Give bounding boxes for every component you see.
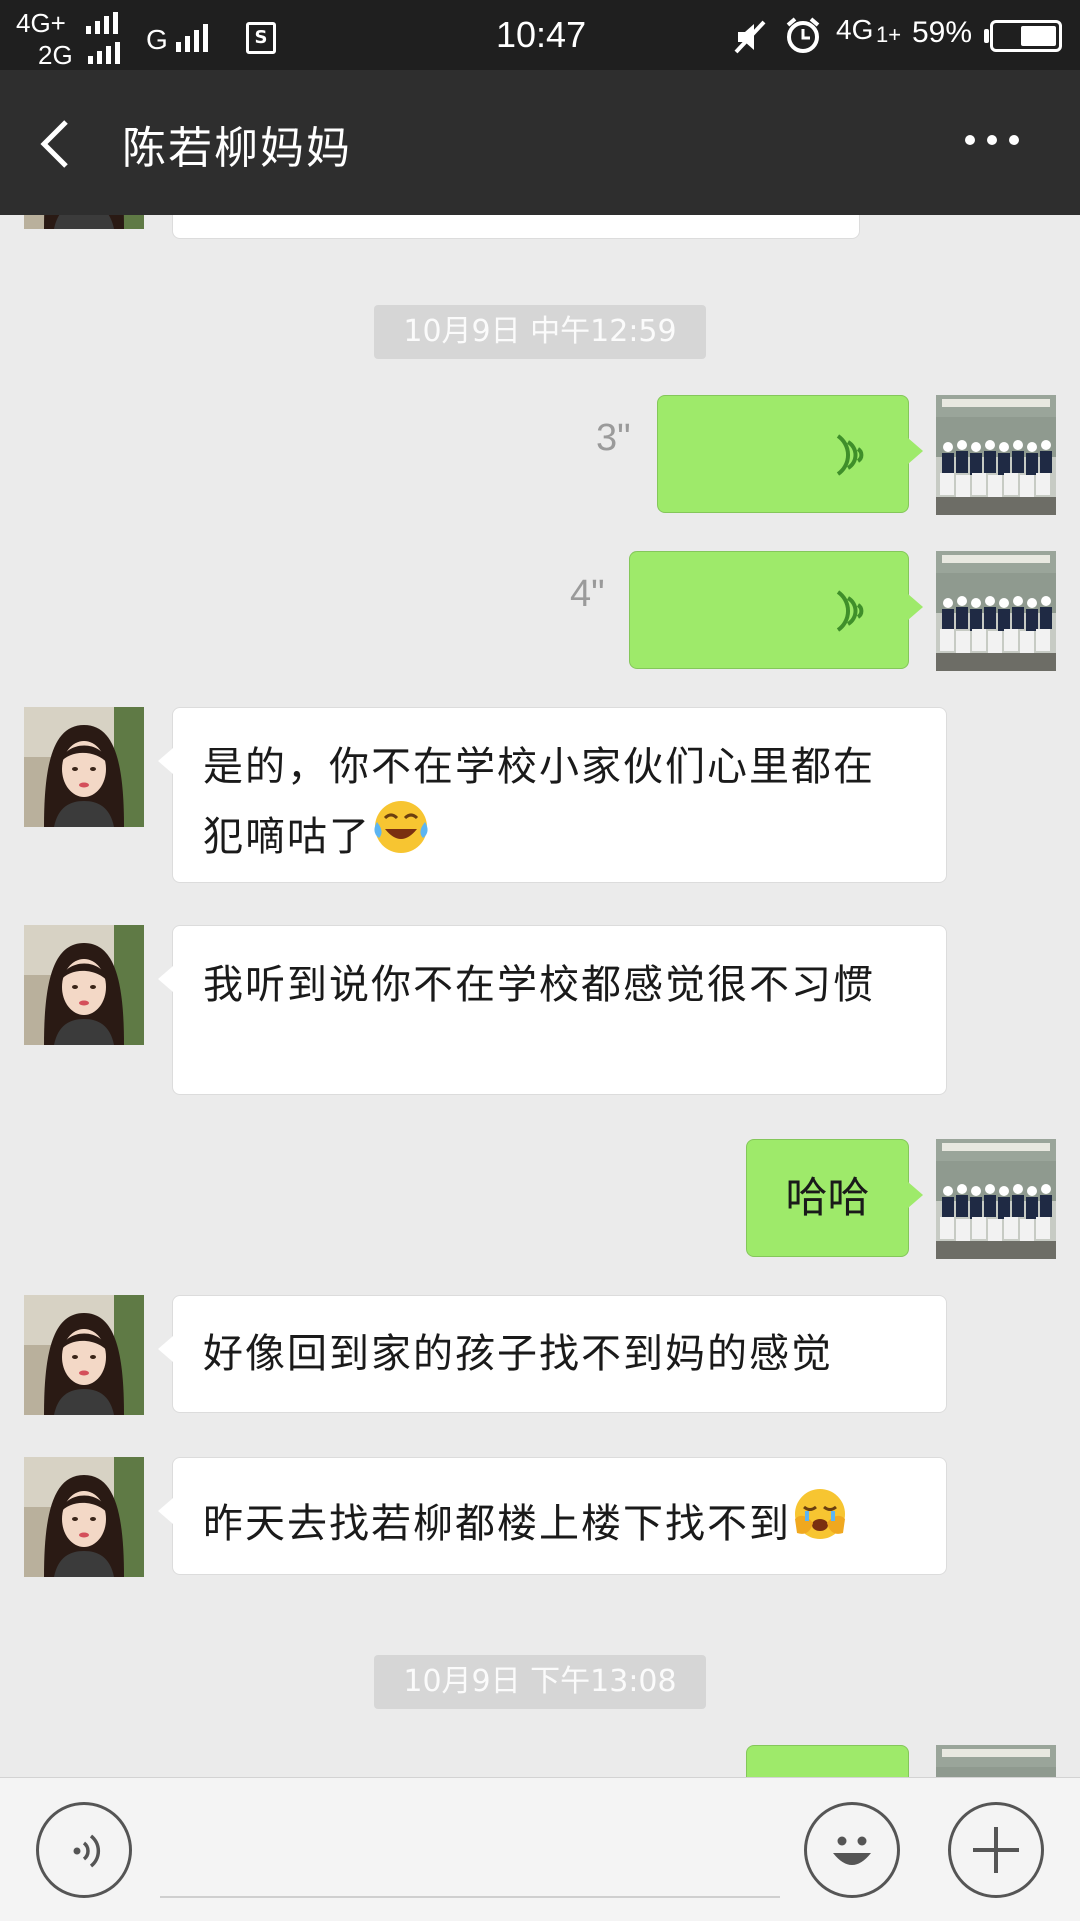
battery-icon	[990, 20, 1062, 52]
timestamp-chip: 10月9日 下午13:08	[374, 1655, 706, 1709]
message-text: 我听到说你不在学校都感觉很不习惯	[203, 962, 875, 1008]
emoji-button[interactable]	[804, 1802, 900, 1898]
voice-wave-icon	[836, 434, 864, 476]
network-type-primary: 4G+	[16, 8, 66, 38]
crying-emoji	[795, 1489, 845, 1539]
my-avatar[interactable]	[936, 1745, 1056, 1777]
message-list[interactable]: 10月9日 中午12:59 3" 4" 是的，你不在学校小家伙们心里都在犯嘀咕了	[0, 215, 1080, 1777]
plus-icon	[973, 1827, 1019, 1873]
voice-message-bubble[interactable]	[657, 395, 923, 513]
network-type-tertiary: G	[146, 24, 168, 55]
more-functions-button[interactable]	[948, 1802, 1044, 1898]
battery-nub	[984, 29, 989, 43]
message-bubble[interactable]: 我听到说你不在学校都感觉很不习惯	[158, 925, 947, 1095]
signal-strength-icon	[88, 42, 120, 64]
more-dots-icon[interactable]	[962, 132, 1022, 148]
voice-message-bubble[interactable]	[629, 551, 923, 669]
network-type-right-sub: 1+	[876, 22, 902, 47]
my-avatar[interactable]	[936, 1139, 1056, 1259]
status-bar: 4G+ 2G G S 10:47 4G 1+ 59%	[0, 0, 1080, 70]
contact-avatar[interactable]	[24, 1295, 144, 1415]
contact-avatar[interactable]	[24, 707, 144, 827]
voice-wave-icon	[836, 590, 864, 632]
network-type-secondary: 2G	[38, 40, 73, 70]
contact-avatar[interactable]	[24, 925, 144, 1045]
message-bubble[interactable]: 哈哈	[746, 1139, 923, 1257]
timestamp-chip: 10月9日 中午12:59	[374, 305, 706, 359]
voice-duration: 3"	[596, 417, 631, 459]
message-text: 昨天去找若柳都楼上楼下找不到	[203, 1501, 791, 1547]
sim-card-icon: S	[246, 22, 276, 54]
voice-input-icon	[73, 1834, 101, 1868]
battery-fill	[1021, 26, 1056, 46]
clock: 10:47	[496, 14, 587, 55]
battery-percent: 59%	[912, 16, 973, 49]
chat-header: 陈若柳妈妈	[0, 70, 1080, 215]
message-input[interactable]	[160, 1896, 780, 1898]
network-type-right: 4G	[836, 14, 874, 45]
message-bubble-partial	[172, 215, 860, 239]
signal-strength-icon	[86, 12, 118, 34]
alarm-clock-icon	[786, 17, 820, 53]
tears-of-joy-emoji	[374, 801, 428, 853]
contact-avatar[interactable]	[24, 215, 144, 229]
smiley-icon	[833, 1836, 871, 1865]
voice-duration: 4"	[570, 573, 605, 615]
chat-title: 陈若柳妈妈	[122, 123, 352, 174]
my-avatar[interactable]	[936, 395, 1056, 515]
signal-strength-icon	[176, 24, 208, 52]
voice-input-button[interactable]	[36, 1802, 132, 1898]
message-text: 哈哈	[785, 1173, 870, 1222]
input-bar	[0, 1777, 1080, 1921]
message-bubble[interactable]: 是的，你不在学校小家伙们心里都在犯嘀咕了	[158, 707, 947, 883]
message-text: 是的，你不在学校小家伙们心里都在犯嘀咕了	[203, 744, 875, 860]
message-bubble[interactable]: 好像回到家的孩子找不到妈的感觉	[158, 1295, 947, 1413]
mute-icon	[734, 20, 766, 54]
message-text: 好像回到家的孩子找不到妈的感觉	[203, 1331, 833, 1377]
message-bubble[interactable]: 昨天去找若柳都楼上楼下找不到	[158, 1457, 947, 1575]
chevron-left-icon[interactable]	[36, 118, 76, 170]
contact-avatar[interactable]	[24, 1457, 144, 1577]
my-avatar[interactable]	[936, 551, 1056, 671]
message-bubble-partial[interactable]	[746, 1745, 909, 1777]
